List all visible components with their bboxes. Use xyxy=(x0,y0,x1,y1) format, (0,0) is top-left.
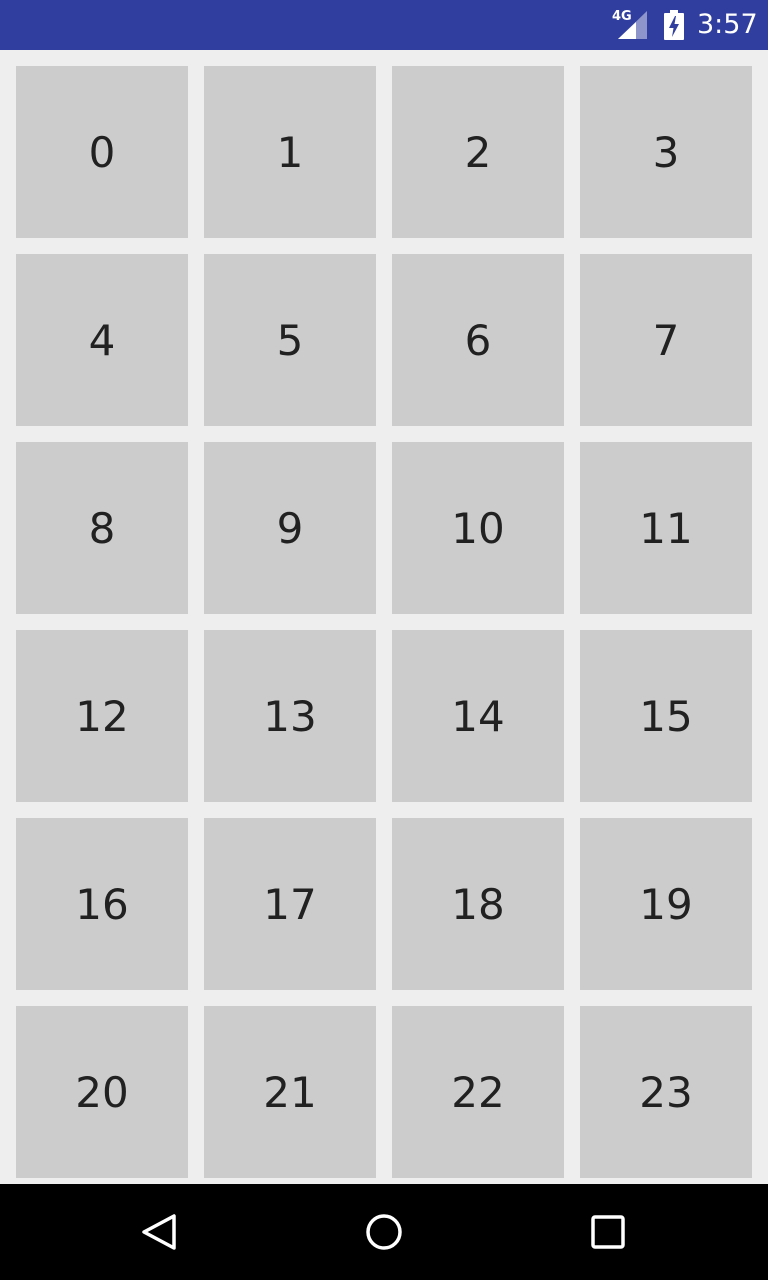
grid-tile[interactable]: 17 xyxy=(204,818,376,990)
back-icon[interactable] xyxy=(136,1208,184,1256)
grid-tile[interactable]: 23 xyxy=(580,1006,752,1178)
grid-tile[interactable]: 20 xyxy=(16,1006,188,1178)
grid-tile[interactable]: 14 xyxy=(392,630,564,802)
battery-charging-icon xyxy=(664,10,684,40)
grid-tile[interactable]: 11 xyxy=(580,442,752,614)
grid-tile[interactable]: 5 xyxy=(204,254,376,426)
grid-tile[interactable]: 15 xyxy=(580,630,752,802)
recents-icon[interactable] xyxy=(584,1208,632,1256)
grid-tile[interactable]: 9 xyxy=(204,442,376,614)
grid-tile[interactable]: 6 xyxy=(392,254,564,426)
grid-tile[interactable]: 4 xyxy=(16,254,188,426)
grid-tile[interactable]: 22 xyxy=(392,1006,564,1178)
network-type-label: 4G xyxy=(612,9,632,24)
grid-tile[interactable]: 18 xyxy=(392,818,564,990)
grid-tile[interactable]: 3 xyxy=(580,66,752,238)
grid-tile[interactable]: 13 xyxy=(204,630,376,802)
grid-tile[interactable]: 0 xyxy=(16,66,188,238)
number-grid: 0 1 2 3 4 5 6 7 8 9 10 11 12 13 14 15 16 17 18 19 20 21 22 23 xyxy=(16,66,752,1184)
grid-tile[interactable]: 16 xyxy=(16,818,188,990)
grid-tile[interactable]: 8 xyxy=(16,442,188,614)
grid-tile[interactable]: 10 xyxy=(392,442,564,614)
grid-tile[interactable]: 2 xyxy=(392,66,564,238)
home-icon[interactable] xyxy=(360,1208,408,1256)
status-bar: 4G 3:57 xyxy=(0,0,768,50)
grid-tile[interactable]: 1 xyxy=(204,66,376,238)
grid-tile[interactable]: 19 xyxy=(580,818,752,990)
grid-tile[interactable]: 21 xyxy=(204,1006,376,1178)
grid-tile[interactable]: 7 xyxy=(580,254,752,426)
grid-tile[interactable]: 12 xyxy=(16,630,188,802)
clock: 3:57 xyxy=(697,9,758,40)
navigation-bar xyxy=(0,1184,768,1280)
